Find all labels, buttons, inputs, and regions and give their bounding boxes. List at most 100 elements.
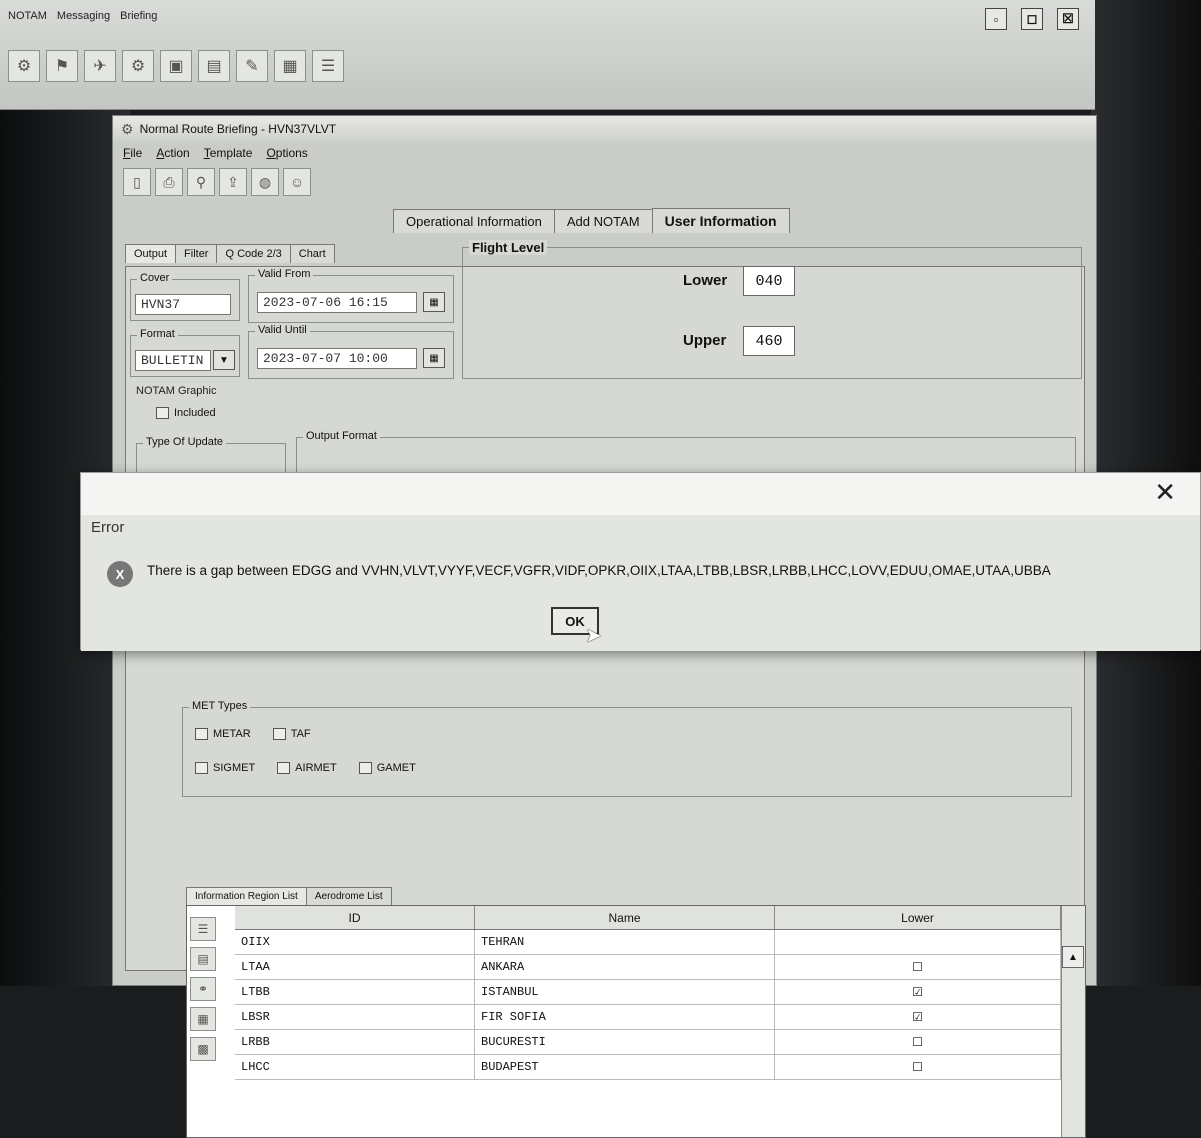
cell-name: BUDAPEST xyxy=(475,1055,775,1079)
window-controls: ▫ ◻ ☒ xyxy=(985,8,1079,30)
output-format-label: Output Format xyxy=(303,430,380,442)
sigmet-checkbox[interactable]: SIGMET xyxy=(195,762,255,775)
link-icon[interactable]: ⚭ xyxy=(190,977,216,1001)
menu-file[interactable]: File xyxy=(123,146,142,160)
tab-chart[interactable]: Chart xyxy=(289,244,335,263)
document-icon[interactable]: ▯ xyxy=(123,168,151,196)
lower-checkbox[interactable]: ☑ xyxy=(775,980,1061,1004)
format-select[interactable]: BULLETIN xyxy=(135,350,211,371)
upper-tab-strip: Operational Information Add NOTAM User I… xyxy=(393,208,790,233)
tool-icon[interactable]: ⚙ xyxy=(8,50,40,82)
export-icon[interactable]: ⇪ xyxy=(219,168,247,196)
cover-input[interactable]: HVN37 xyxy=(135,294,231,315)
menu-notam[interactable]: NOTAM xyxy=(8,10,47,22)
valid-from-group: Valid From 2023-07-06 16:15 ▦ xyxy=(248,268,454,323)
table-row[interactable]: OIIX TEHRAN xyxy=(235,930,1061,955)
met-types-group: MET Types METAR TAF SIGMET AIRMET GAMET xyxy=(182,700,1072,797)
tool-icon[interactable]: ✎ xyxy=(236,50,268,82)
valid-until-label: Valid Until xyxy=(255,324,310,336)
tab-output[interactable]: Output xyxy=(125,244,177,263)
table-scrollbar[interactable]: ▲ xyxy=(1061,906,1085,1137)
list-icon[interactable]: ▤ xyxy=(190,947,216,971)
tab-add-notam[interactable]: Add NOTAM xyxy=(553,209,653,233)
menu-action[interactable]: Action xyxy=(156,146,189,160)
cover-group: Cover HVN37 xyxy=(130,272,240,321)
briefing-titlebar: ⚙ Normal Route Briefing - HVN37VLVT xyxy=(113,116,1096,142)
tool-icon[interactable]: ✈ xyxy=(84,50,116,82)
tab-q-code[interactable]: Q Code 2/3 xyxy=(216,244,291,263)
table-row[interactable]: LBSR FIR SOFIA ☑ xyxy=(235,1005,1061,1030)
menu-messaging[interactable]: Messaging xyxy=(57,10,110,22)
tool-icon[interactable]: ☰ xyxy=(312,50,344,82)
metar-checkbox[interactable]: METAR xyxy=(195,728,251,741)
tool-icon[interactable]: ▦ xyxy=(274,50,306,82)
app-toolbar: NOTAM Messaging Briefing ⚙ ⚑ ✈ ⚙ ▣ ▤ ✎ ▦… xyxy=(0,0,1095,110)
error-dialog: ✕ Error X There is a gap between EDGG an… xyxy=(80,472,1201,651)
type-of-update-label: Type Of Update xyxy=(143,436,227,448)
lower-checkbox[interactable]: ☑ xyxy=(775,1005,1061,1029)
column-header-lower[interactable]: Lower xyxy=(775,906,1061,929)
menu-briefing[interactable]: Briefing xyxy=(120,10,157,22)
information-region-table: ID Name Lower OIIX TEHRAN LTAA ANKARA ☐ … xyxy=(186,905,1086,1138)
lower-tab-strip: Output Filter Q Code 2/3 Chart xyxy=(125,244,335,263)
user-icon[interactable]: ☺ xyxy=(283,168,311,196)
lower-checkbox[interactable]: ☐ xyxy=(775,1055,1061,1079)
tool-icon[interactable]: ▤ xyxy=(198,50,230,82)
cell-name: ANKARA xyxy=(475,955,775,979)
met-row-1: METAR TAF xyxy=(195,728,311,741)
table-row[interactable]: LHCC BUDAPEST ☐ xyxy=(235,1055,1061,1080)
lower-checkbox[interactable]: ☐ xyxy=(775,1030,1061,1054)
table-side-tools: ☰ ▤ ⚭ ▦ ▩ xyxy=(190,917,216,1061)
minimize-icon[interactable]: ▫ xyxy=(985,8,1007,30)
scroll-up-icon[interactable]: ▲ xyxy=(1062,946,1084,968)
chevron-down-icon[interactable]: ▼ xyxy=(213,350,235,370)
tab-operational-information[interactable]: Operational Information xyxy=(393,209,555,233)
grid-icon[interactable]: ▩ xyxy=(190,1037,216,1061)
column-header-name[interactable]: Name xyxy=(475,906,775,929)
tab-user-information[interactable]: User Information xyxy=(651,208,790,233)
tool-icon[interactable]: ⚙ xyxy=(122,50,154,82)
column-header-id[interactable]: ID xyxy=(235,906,475,929)
calendar-icon[interactable]: ▦ xyxy=(423,292,445,312)
included-checkbox[interactable]: Included xyxy=(156,407,216,420)
mouse-pointer-icon: ➤ xyxy=(585,625,602,647)
menu-template[interactable]: Template xyxy=(204,146,253,160)
error-x-icon: X xyxy=(107,561,133,587)
upper-input[interactable]: 460 xyxy=(743,326,795,356)
menu-options[interactable]: Options xyxy=(266,146,307,160)
tab-information-region-list[interactable]: Information Region List xyxy=(186,887,307,905)
format-group: Format BULLETIN ▼ xyxy=(130,328,240,377)
tab-aerodrome-list[interactable]: Aerodrome List xyxy=(305,887,392,905)
met-types-label: MET Types xyxy=(189,700,251,712)
lower-input[interactable]: 040 xyxy=(743,266,795,296)
close-icon[interactable]: ✕ xyxy=(1154,477,1176,508)
table-row[interactable]: LTAA ANKARA ☐ xyxy=(235,955,1061,980)
format-label: Format xyxy=(137,328,178,340)
airmet-checkbox[interactable]: AIRMET xyxy=(277,762,337,775)
search-icon[interactable]: ⚲ xyxy=(187,168,215,196)
tool-icon[interactable]: ⚑ xyxy=(46,50,78,82)
list-icon[interactable]: ☰ xyxy=(190,917,216,941)
cell-id: LBSR xyxy=(235,1005,475,1029)
maximize-icon[interactable]: ◻ xyxy=(1021,8,1043,30)
tab-filter[interactable]: Filter xyxy=(175,244,218,263)
cell-name: TEHRAN xyxy=(475,930,775,954)
app-menu: NOTAM Messaging Briefing xyxy=(8,10,157,22)
calendar-icon[interactable]: ▦ xyxy=(423,348,445,368)
table-row[interactable]: LRBB BUCURESTI ☐ xyxy=(235,1030,1061,1055)
valid-until-input[interactable]: 2023-07-07 10:00 xyxy=(257,348,417,369)
globe-icon[interactable]: ◍ xyxy=(251,168,279,196)
table-row[interactable]: LTBB ISTANBUL ☑ xyxy=(235,980,1061,1005)
print-icon[interactable]: ⎙ xyxy=(155,168,183,196)
cell-id: OIIX xyxy=(235,930,475,954)
close-icon[interactable]: ☒ xyxy=(1057,8,1079,30)
lower-checkbox[interactable]: ☐ xyxy=(775,955,1061,979)
table-body: OIIX TEHRAN LTAA ANKARA ☐ LTBB ISTANBUL … xyxy=(235,930,1061,1080)
lower-checkbox[interactable] xyxy=(775,930,1061,954)
gamet-checkbox[interactable]: GAMET xyxy=(358,762,416,775)
notam-graphic-options: Included xyxy=(156,407,216,420)
taf-checkbox[interactable]: TAF xyxy=(272,728,311,741)
tool-icon[interactable]: ▣ xyxy=(160,50,192,82)
valid-from-input[interactable]: 2023-07-06 16:15 xyxy=(257,292,417,313)
stack-icon[interactable]: ▦ xyxy=(190,1007,216,1031)
